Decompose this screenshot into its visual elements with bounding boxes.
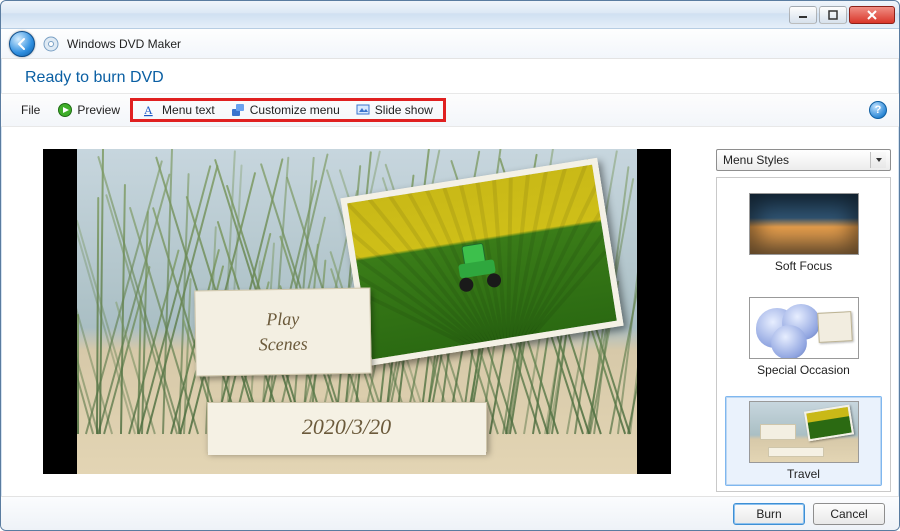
preview-label: Preview [77,103,120,117]
back-button[interactable] [9,31,35,57]
text-icon: A [143,103,157,117]
toolbar: File Preview A Menu text Customize menu [1,93,899,127]
menu-item-play[interactable]: Play [266,309,299,331]
style-item-special-occasion[interactable]: Special Occasion [725,292,882,382]
maximize-button[interactable] [819,6,847,24]
page-headline: Ready to burn DVD [1,59,899,93]
style-label-special-occasion: Special Occasion [730,363,877,377]
tractor-graphic [451,240,504,293]
minimize-button[interactable] [789,6,817,24]
preview-stage-wrap: Play Scenes 2020/3/20 [9,149,704,492]
menu-date-text: 2020/3/20 [302,414,391,440]
style-item-soft-focus[interactable]: Soft Focus [725,188,882,278]
preview-button[interactable]: Preview [50,101,128,119]
style-label-soft-focus: Soft Focus [730,259,877,273]
title-bar [1,1,899,29]
help-icon: ? [875,104,882,116]
menu-styles-dropdown[interactable]: Menu Styles [716,149,891,171]
burn-button[interactable]: Burn [733,503,805,525]
svg-text:A: A [144,103,153,117]
main-area: Play Scenes 2020/3/20 Menu Styles [9,149,891,492]
styles-list[interactable]: Soft Focus Special Occasion Travel [716,177,891,492]
customize-menu-button[interactable]: Customize menu [223,101,348,119]
style-thumb-travel [749,401,859,463]
slide-show-button[interactable]: Slide show [348,101,441,119]
back-arrow-icon [15,37,29,51]
annotation-highlight: A Menu text Customize menu Slide show [130,98,446,122]
menu-item-scenes[interactable]: Scenes [258,334,307,356]
menu-text-label: Menu text [162,103,215,117]
slide-show-label: Slide show [375,103,433,117]
customize-icon [231,103,245,117]
menu-styles-label: Menu Styles [723,153,789,167]
style-thumb-special-occasion [749,297,859,359]
minimize-icon [798,10,808,20]
file-label: File [21,103,40,117]
customize-menu-label: Customize menu [250,103,340,117]
menu-items-card: Play Scenes [194,287,371,376]
nav-row: Windows DVD Maker [1,29,899,59]
cancel-button[interactable]: Cancel [813,503,885,525]
menu-date-card: 2020/3/20 [207,402,487,452]
footer: Burn Cancel [1,496,899,530]
style-thumb-soft-focus [749,193,859,255]
preview-stage: Play Scenes 2020/3/20 [43,149,671,474]
play-icon [58,103,72,117]
close-icon [866,10,878,20]
chevron-down-icon [870,152,886,168]
app-icon [43,36,59,52]
style-item-travel[interactable]: Travel [725,396,882,486]
dvd-menu-preview: Play Scenes 2020/3/20 [77,149,637,474]
maximize-icon [828,10,838,20]
close-button[interactable] [849,6,895,24]
app-window: Windows DVD Maker Ready to burn DVD File… [0,0,900,531]
styles-sidebar: Menu Styles Soft Focus Special Occasion [716,149,891,492]
app-title: Windows DVD Maker [67,37,181,51]
menu-text-button[interactable]: A Menu text [135,101,223,119]
style-label-travel: Travel [730,467,877,481]
file-menu[interactable]: File [13,101,48,119]
slideshow-icon [356,103,370,117]
help-button[interactable]: ? [869,101,887,119]
